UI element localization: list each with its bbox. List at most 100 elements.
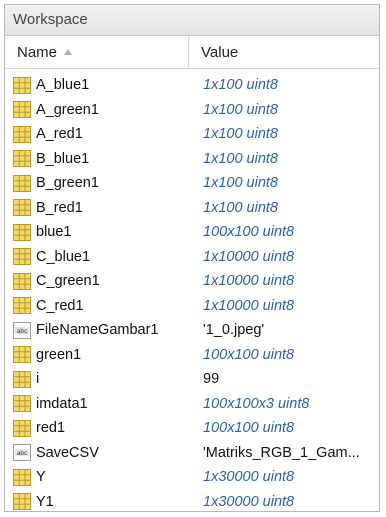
variable-value: 99 — [203, 371, 220, 388]
variable-name-cell: A_green1 — [5, 101, 189, 119]
variable-name: C_blue1 — [36, 248, 91, 265]
variable-row[interactable]: B_red1 1x100 uint8 — [5, 196, 379, 221]
variable-value: 1x100 uint8 — [203, 101, 278, 118]
variable-row[interactable]: green1 100x100 uint8 — [5, 343, 379, 368]
variable-value: 1x100 uint8 — [203, 199, 278, 216]
matrix-grid-icon — [13, 272, 31, 290]
variable-row[interactable]: abc SaveCSV 'Matriks_RGB_1_Gam... — [5, 441, 379, 466]
variable-name-cell: imdata1 — [5, 395, 189, 413]
matrix-grid-icon — [13, 395, 31, 413]
variable-name-cell: B_green1 — [5, 174, 189, 192]
variable-value: 1x30000 uint8 — [203, 493, 295, 510]
variable-name-cell: Y — [5, 468, 189, 486]
string-abc-icon: abc — [13, 321, 31, 339]
variable-name: imdata1 — [36, 395, 88, 412]
variable-name-cell: C_red1 — [5, 297, 189, 315]
variable-name-cell: abc FileNameGambar1 — [5, 321, 189, 339]
matrix-grid-icon — [13, 419, 31, 437]
matrix-grid-icon — [13, 370, 31, 388]
variable-row[interactable]: A_blue1 1x100 uint8 — [5, 73, 379, 98]
matrix-grid-icon — [13, 125, 31, 143]
variable-name: SaveCSV — [36, 444, 99, 461]
variable-value: 1x100 uint8 — [203, 126, 278, 143]
svg-text:abc: abc — [17, 328, 28, 335]
variable-value: 1x10000 uint8 — [203, 248, 295, 265]
variable-name-cell: A_red1 — [5, 125, 189, 143]
variable-value: 1x30000 uint8 — [203, 469, 295, 486]
variable-name-cell: B_blue1 — [5, 150, 189, 168]
matrix-grid-icon — [13, 468, 31, 486]
variable-row[interactable]: C_green1 1x10000 uint8 — [5, 269, 379, 294]
variable-name-cell: Y1 — [5, 493, 189, 511]
variable-name: B_blue1 — [36, 150, 90, 167]
workspace-panel: Workspace Name Value A_blue1 1x100 uint8 … — [4, 4, 380, 512]
matrix-grid-icon — [13, 101, 31, 119]
variable-value: 1x100 uint8 — [203, 77, 278, 94]
variable-row[interactable]: blue1 100x100 uint8 — [5, 220, 379, 245]
variable-name-cell: B_red1 — [5, 199, 189, 217]
matrix-grid-icon — [13, 297, 31, 315]
matrix-grid-icon — [13, 223, 31, 241]
variable-name: red1 — [36, 420, 66, 437]
variable-value: 100x100x3 uint8 — [203, 395, 310, 412]
matrix-grid-icon — [13, 493, 31, 511]
svg-text:abc: abc — [17, 450, 28, 457]
variable-row[interactable]: abc FileNameGambar1 '1_0.jpeg' — [5, 318, 379, 343]
panel-title: Workspace — [5, 5, 379, 36]
matrix-grid-icon — [13, 174, 31, 192]
variable-value: 100x100 uint8 — [203, 420, 295, 437]
variable-value: 1x10000 uint8 — [203, 297, 295, 314]
matrix-grid-icon — [13, 150, 31, 168]
variable-value: 1x10000 uint8 — [203, 273, 295, 290]
variable-value: '1_0.jpeg' — [203, 322, 265, 339]
variable-name: A_green1 — [36, 101, 99, 118]
variable-name-cell: i — [5, 370, 189, 388]
variable-row[interactable]: red1 100x100 uint8 — [5, 416, 379, 441]
matrix-grid-icon — [13, 199, 31, 217]
value-column-header[interactable]: Value — [189, 44, 238, 61]
variable-row[interactable]: A_green1 1x100 uint8 — [5, 98, 379, 123]
variable-row[interactable]: imdata1 100x100x3 uint8 — [5, 392, 379, 417]
variable-name: green1 — [36, 346, 82, 363]
variable-name-cell: green1 — [5, 346, 189, 364]
sort-up-icon — [64, 49, 73, 55]
variable-name: C_green1 — [36, 273, 100, 290]
matrix-grid-icon — [13, 248, 31, 266]
variable-value: 1x100 uint8 — [203, 150, 278, 167]
variable-name: B_green1 — [36, 175, 99, 192]
variable-value: 'Matriks_RGB_1_Gam... — [203, 444, 360, 461]
variable-name: i — [36, 371, 40, 388]
variable-name: A_blue1 — [36, 77, 90, 94]
variable-name: Y — [36, 469, 46, 486]
matrix-grid-icon — [13, 346, 31, 364]
value-column-label: Value — [201, 43, 239, 61]
variable-name: C_red1 — [36, 297, 84, 314]
variable-row[interactable]: A_red1 1x100 uint8 — [5, 122, 379, 147]
name-column-header[interactable]: Name — [5, 36, 189, 68]
variable-row[interactable]: C_red1 1x10000 uint8 — [5, 294, 379, 319]
variable-name-cell: abc SaveCSV — [5, 444, 189, 462]
column-header: Name Value — [5, 36, 379, 69]
variable-name: Y1 — [36, 493, 54, 510]
variable-row[interactable]: C_blue1 1x10000 uint8 — [5, 245, 379, 270]
variable-row[interactable]: B_green1 1x100 uint8 — [5, 171, 379, 196]
variable-list: A_blue1 1x100 uint8 A_green1 1x100 uint8 A… — [5, 69, 379, 514]
variable-name-cell: C_green1 — [5, 272, 189, 290]
variable-value: 100x100 uint8 — [203, 224, 295, 241]
variable-name-cell: A_blue1 — [5, 76, 189, 94]
matrix-grid-icon — [13, 76, 31, 94]
string-abc-icon: abc — [13, 444, 31, 462]
variable-value: 100x100 uint8 — [203, 346, 295, 363]
variable-name-cell: blue1 — [5, 223, 189, 241]
variable-name: B_red1 — [36, 199, 83, 216]
variable-name: A_red1 — [36, 126, 83, 143]
variable-name-cell: C_blue1 — [5, 248, 189, 266]
variable-value: 1x100 uint8 — [203, 175, 278, 192]
variable-row[interactable]: Y 1x30000 uint8 — [5, 465, 379, 490]
variable-row[interactable]: B_blue1 1x100 uint8 — [5, 147, 379, 172]
variable-row[interactable]: Y1 1x30000 uint8 — [5, 490, 379, 515]
variable-name: FileNameGambar1 — [36, 322, 159, 339]
variable-name-cell: red1 — [5, 419, 189, 437]
variable-name: blue1 — [36, 224, 72, 241]
variable-row[interactable]: i 99 — [5, 367, 379, 392]
